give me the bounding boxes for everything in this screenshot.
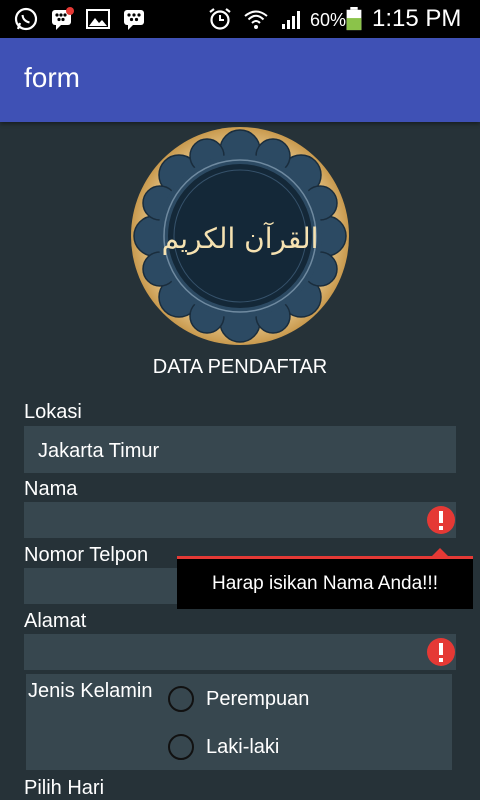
gender-radio-group: Jenis Kelamin Perempuan Laki-laki xyxy=(26,674,452,770)
radio-perempuan[interactable]: Perempuan xyxy=(166,682,366,716)
error-tooltip: Harap isikan Nama Anda!!! xyxy=(177,548,473,609)
section-title: DATA PENDAFTAR xyxy=(152,356,328,378)
status-bar: 60% 1:15 PM xyxy=(0,0,480,38)
nama-error-icon xyxy=(427,506,455,534)
radio-label-perempuan: Perempuan xyxy=(206,688,310,710)
pilih-hari-label: Pilih Hari xyxy=(24,777,105,799)
app-title: form xyxy=(24,62,80,93)
jenis-kelamin-label: Jenis Kelamin xyxy=(28,680,153,702)
whatsapp-icon xyxy=(14,7,38,31)
app-bar: form xyxy=(0,38,480,122)
lokasi-field[interactable]: Jakarta Timur xyxy=(24,426,456,473)
quran-logo: القرآن الكريم xyxy=(131,127,349,345)
lokasi-label: Lokasi xyxy=(24,401,82,423)
radio-circle-laki-laki[interactable] xyxy=(168,734,194,760)
signal-icon xyxy=(282,11,300,29)
radio-circle-perempuan[interactable] xyxy=(168,686,194,712)
tooltip-arrow xyxy=(431,548,449,557)
nomor-telpon-label: Nomor Telpon xyxy=(24,544,149,566)
battery-icon xyxy=(346,7,362,31)
alamat-error-icon xyxy=(427,638,455,666)
alamat-field[interactable] xyxy=(24,634,456,670)
alamat-label: Alamat xyxy=(24,610,87,632)
lokasi-value: Jakarta Timur xyxy=(38,440,160,462)
wifi-icon xyxy=(244,10,268,29)
logo-calligraphy: القرآن الكريم xyxy=(162,222,319,255)
nama-label: Nama xyxy=(24,478,78,500)
bbm-icon xyxy=(124,10,144,30)
radio-label-laki-laki: Laki-laki xyxy=(206,736,280,758)
radio-laki-laki[interactable]: Laki-laki xyxy=(166,730,366,764)
alarm-icon xyxy=(209,8,231,30)
error-tooltip-message: Harap isikan Nama Anda!!! xyxy=(211,573,438,594)
nama-field[interactable] xyxy=(24,502,456,538)
gallery-icon xyxy=(86,9,110,29)
status-time: 1:15 PM xyxy=(372,5,462,32)
battery-percentage: 60% xyxy=(310,10,347,30)
bbm-notification-icon xyxy=(52,7,74,30)
